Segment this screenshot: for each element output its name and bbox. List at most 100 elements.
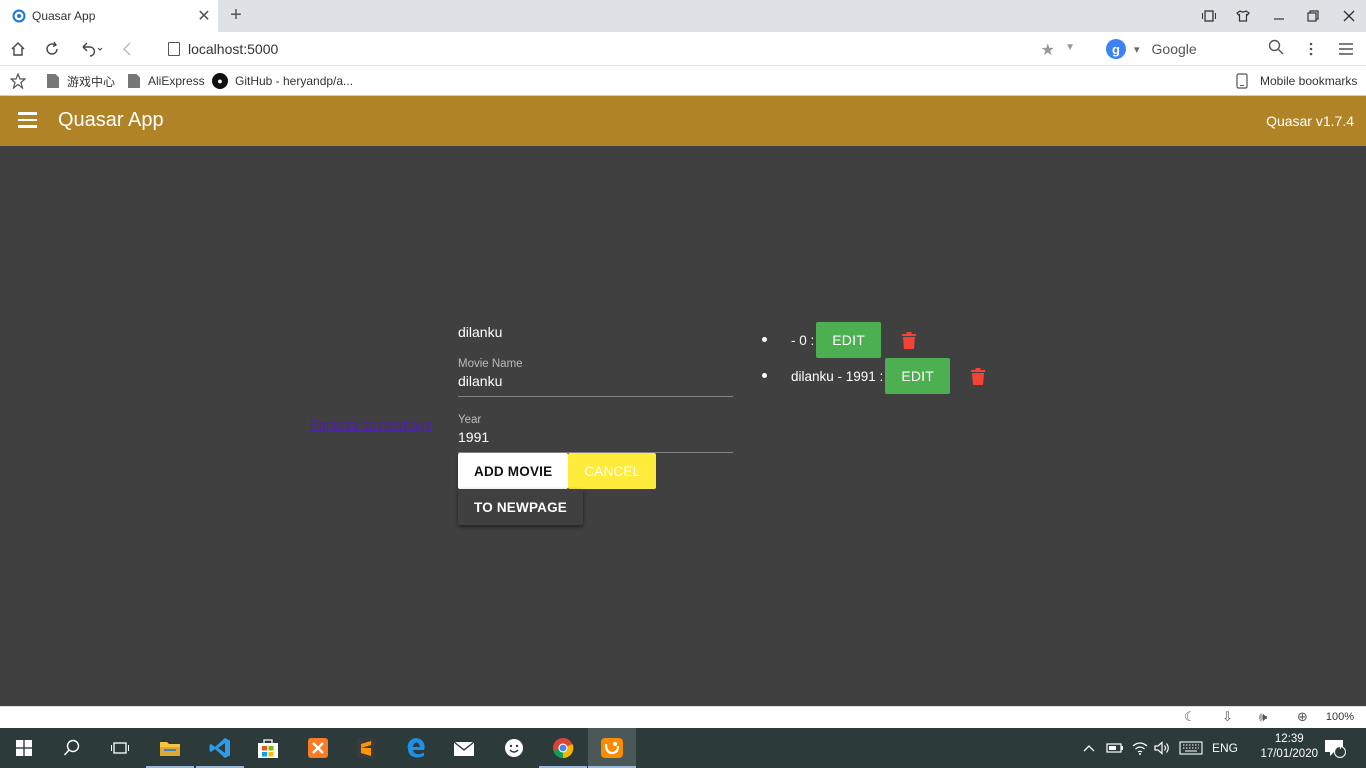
address-bar[interactable]: localhost:5000 ★ ▼ [160, 36, 1085, 62]
close-window-icon[interactable] [1332, 0, 1366, 32]
back-icon[interactable] [114, 32, 142, 66]
file-explorer-icon[interactable] [146, 728, 194, 768]
nav-button-row: TO NEWPAGE [458, 489, 733, 525]
browser-toolbar: localhost:5000 ★ ▼ g ▾ Google [0, 32, 1366, 66]
vscode-icon[interactable] [196, 728, 244, 768]
keyboard-icon[interactable] [1179, 728, 1203, 768]
chevron-down-icon[interactable]: ▾ [1134, 43, 1140, 56]
clock-date: 17/01/2020 [1260, 748, 1318, 760]
mobile-bookmarks[interactable]: Mobile bookmarks [1236, 66, 1357, 96]
xampp-icon[interactable] [294, 728, 342, 768]
movie-form: dilanku Movie Name Year ADD MOVIE CANCEL… [458, 324, 733, 525]
bookmark-item-github[interactable]: ● GitHub - heryandp/a... [212, 66, 353, 96]
store-icon[interactable] [244, 728, 292, 768]
browser-status-bar: ☾ ⇩ 🕪 ⊕ 100% [0, 706, 1366, 728]
browser-tab[interactable]: Quasar App ✕ [0, 0, 218, 32]
app-header: Quasar App Quasar v1.7.4 [0, 96, 1366, 146]
year-label: Year [458, 414, 482, 426]
page-info-icon[interactable] [168, 42, 180, 56]
year-field[interactable]: Year [458, 407, 733, 453]
mobile-bookmarks-label: Mobile bookmarks [1260, 74, 1358, 88]
edit-button[interactable]: EDIT [816, 322, 881, 358]
movie-text: dilanku - 1991 : [791, 368, 884, 384]
current-movie-name: dilanku [458, 324, 503, 340]
system-clock[interactable]: 12:39 17/01/2020 [1260, 732, 1318, 762]
speaker-icon[interactable] [1154, 728, 1170, 768]
drawer-menu-icon[interactable] [18, 109, 40, 131]
tab-title: Quasar App [32, 9, 96, 23]
bullet [762, 372, 767, 378]
wifi-icon[interactable] [1132, 728, 1148, 768]
language-indicator[interactable]: ENG [1212, 728, 1238, 768]
battery-icon[interactable] [1106, 728, 1124, 768]
bookmark-label: AliExpress [148, 74, 205, 88]
bookmark-label: 游戏中心 [67, 74, 116, 89]
search-engine-icon[interactable]: g [1106, 39, 1126, 59]
delete-icon[interactable] [968, 365, 988, 387]
newpage-link[interactable]: Papunta sa newpage [310, 417, 432, 432]
zoom-icon[interactable]: ⊕ [1297, 709, 1308, 725]
edit-button[interactable]: EDIT [885, 358, 951, 394]
search-icon[interactable] [48, 728, 96, 768]
chrome-icon[interactable] [539, 728, 587, 768]
quasar-favicon-icon [12, 9, 26, 23]
feedback-smiley-icon[interactable] [490, 728, 538, 768]
movie-name-input[interactable] [458, 373, 733, 389]
browser-tab-strip: Quasar App ✕ + [0, 0, 1366, 32]
clock-time: 12:39 [1274, 733, 1304, 745]
shirt-icon[interactable] [1226, 0, 1260, 32]
notifications-icon[interactable]: 7 [1324, 728, 1346, 768]
hamburger-menu-icon[interactable] [1332, 32, 1360, 66]
bookmarks-star-icon[interactable] [10, 66, 26, 96]
notification-count: 7 [1338, 741, 1344, 752]
app-title: Quasar App [58, 109, 164, 131]
new-tab-button[interactable]: + [226, 4, 246, 26]
bookmark-item-aliexpress[interactable]: AliExpress [128, 66, 205, 96]
sublime-text-icon[interactable] [342, 728, 390, 768]
volume-icon[interactable]: 🕪 [1259, 709, 1267, 725]
to-newpage-button[interactable]: TO NEWPAGE [458, 489, 584, 525]
edge-icon[interactable] [392, 728, 440, 768]
minimize-icon[interactable] [1262, 0, 1296, 32]
cancel-button[interactable]: CANCEL [568, 453, 657, 489]
add-movie-button[interactable]: ADD MOVIE [458, 453, 569, 489]
restore-icon[interactable] [1296, 0, 1330, 32]
list-item: - 0 : EDIT [762, 322, 988, 358]
windows-taskbar: ENG 12:39 17/01/2020 7 [0, 728, 1366, 768]
bookmark-item-game-center[interactable]: 游戏中心 [47, 66, 115, 96]
undo-icon[interactable] [76, 32, 108, 66]
night-mode-icon[interactable]: ☾ [1184, 709, 1196, 725]
movie-text: - 0 : [791, 332, 815, 348]
list-item: dilanku - 1991 : EDIT [762, 358, 988, 394]
bookmark-star-icon[interactable]: ★ [1041, 40, 1055, 60]
version-label: Quasar v1.7.4 [1266, 113, 1354, 129]
mail-icon[interactable] [440, 728, 488, 768]
show-hidden-icons[interactable] [1083, 728, 1095, 768]
search-engine-label[interactable]: Google [1152, 41, 1268, 57]
page-icon [47, 74, 59, 88]
search-box[interactable]: g ▾ Google [1100, 36, 1290, 62]
download-icon[interactable]: ⇩ [1222, 709, 1233, 725]
uc-browser-icon[interactable] [588, 728, 636, 768]
movie-list: - 0 : EDIT dilanku - 1991 : EDIT [762, 322, 988, 394]
delete-icon[interactable] [899, 329, 919, 351]
page-content: Papunta sa newpage dilanku Movie Name Ye… [0, 146, 1366, 706]
movie-name-label: Movie Name [458, 358, 523, 370]
reload-icon[interactable] [38, 32, 66, 66]
task-view-icon[interactable] [96, 728, 144, 768]
movie-name-field[interactable]: Movie Name [458, 351, 733, 397]
page-icon [128, 74, 140, 88]
tab-close-icon[interactable]: ✕ [196, 6, 212, 26]
start-windows-icon[interactable] [0, 728, 48, 768]
bookmarks-bar: 游戏中心 AliExpress ● GitHub - heryandp/a...… [0, 66, 1366, 96]
year-input[interactable] [458, 429, 733, 445]
address-dropdown-icon[interactable]: ▼ [1065, 42, 1075, 53]
form-button-row: ADD MOVIE CANCEL [458, 453, 733, 489]
zoom-level[interactable]: 100% [1326, 711, 1354, 723]
more-vertical-icon[interactable] [1297, 32, 1325, 66]
search-icon[interactable] [1268, 39, 1284, 59]
address-url[interactable]: localhost:5000 [188, 41, 278, 57]
bookmark-label: GitHub - heryandp/a... [235, 74, 354, 88]
home-icon[interactable] [4, 32, 32, 66]
tab-list-icon[interactable] [1192, 0, 1226, 32]
